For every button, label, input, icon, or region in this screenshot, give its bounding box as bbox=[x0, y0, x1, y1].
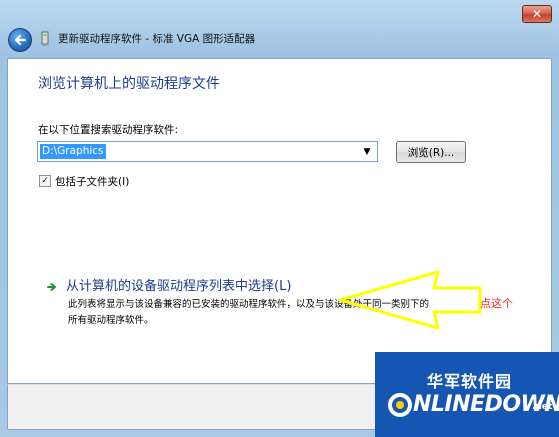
annotation-label: 点这个 bbox=[480, 297, 513, 310]
close-button[interactable]: ✕ bbox=[522, 5, 552, 23]
content-panel: 浏览计算机上的驱动程序文件 在以下位置搜索驱动程序软件: D:\Graphics… bbox=[7, 58, 552, 384]
back-arrow-icon bbox=[14, 34, 27, 46]
watermark: 华军软件园 NLINEDOWN .net bbox=[375, 352, 559, 437]
pick-from-list-description-cont: 所有驱动程序软件。 bbox=[68, 315, 154, 326]
watermark-logo-icon bbox=[388, 393, 412, 417]
include-subfolders-checkbox[interactable]: ✓ bbox=[39, 175, 51, 187]
watermark-chinese: 华军软件园 bbox=[427, 372, 513, 391]
dropdown-triangle-icon[interactable]: ▼ bbox=[359, 143, 375, 160]
device-icon bbox=[41, 31, 49, 46]
path-value[interactable]: D:\Graphics bbox=[40, 144, 106, 159]
pick-from-list-link[interactable]: 从计算机的设备驱动程序列表中选择(L) bbox=[66, 275, 291, 294]
annotation-arrow-icon bbox=[338, 270, 482, 330]
close-icon: ✕ bbox=[531, 7, 543, 21]
window-title: 更新驱动程序软件 - 标准 VGA 图形适配器 bbox=[58, 33, 256, 45]
path-combobox[interactable]: D:\Graphics ▼ bbox=[37, 141, 378, 162]
include-subfolders-label[interactable]: 包括子文件夹(I) bbox=[55, 174, 129, 189]
watermark-tld: .net bbox=[532, 402, 553, 412]
search-location-label: 在以下位置搜索驱动程序软件: bbox=[38, 124, 179, 136]
browse-button[interactable]: 浏览(R)... bbox=[396, 141, 466, 163]
page-title: 浏览计算机上的驱动程序文件 bbox=[38, 76, 220, 92]
green-arrow-icon bbox=[46, 281, 58, 293]
back-button[interactable] bbox=[8, 28, 32, 52]
